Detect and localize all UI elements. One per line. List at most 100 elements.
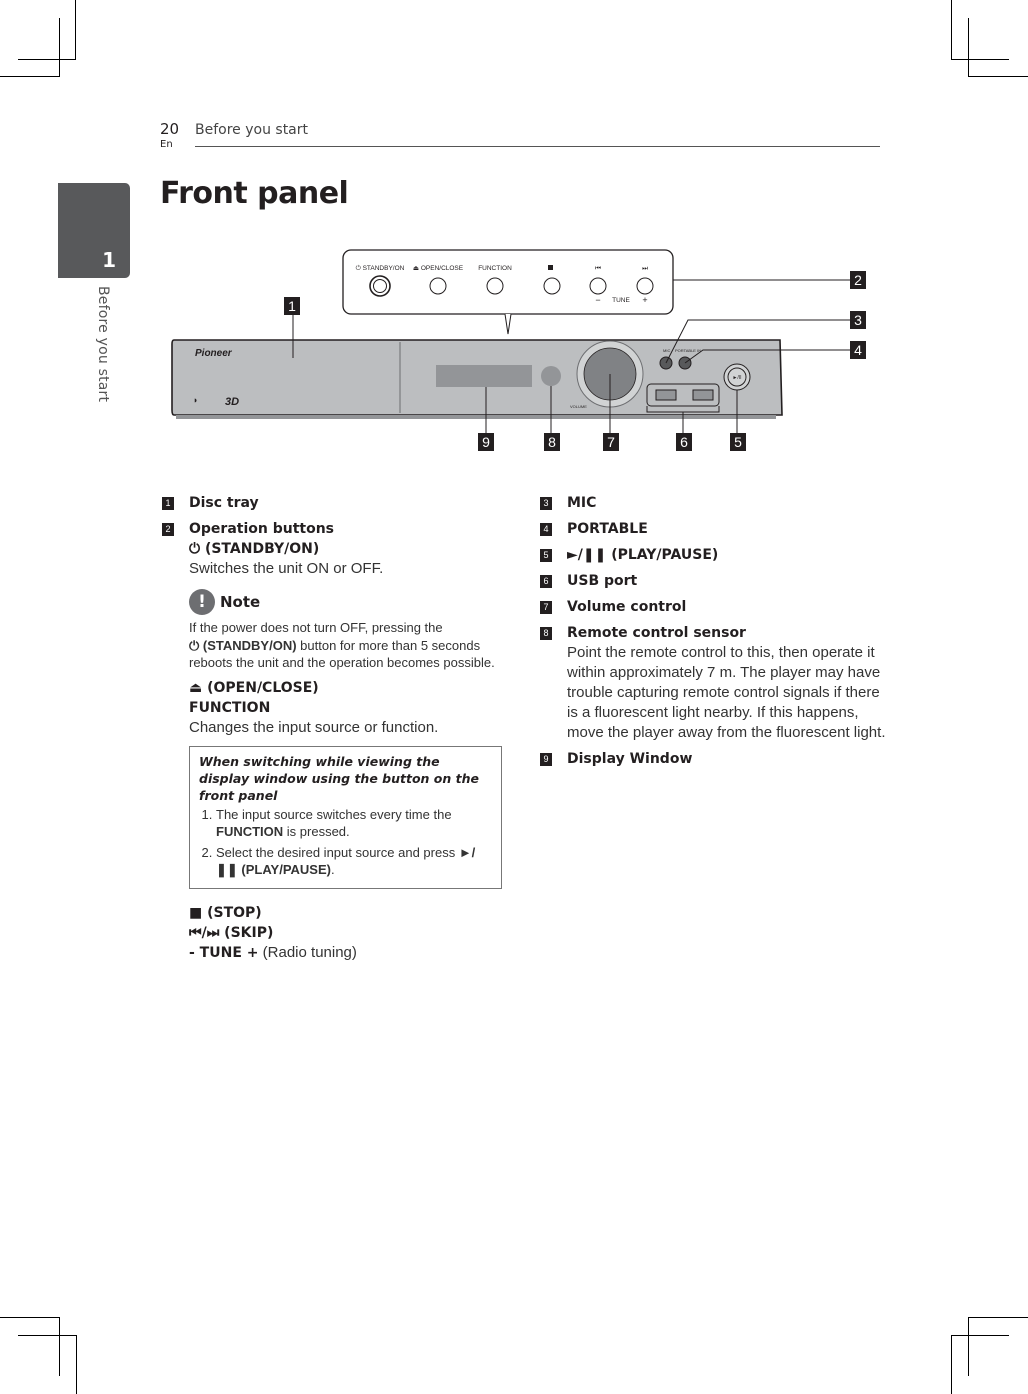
crop-mark bbox=[968, 1317, 969, 1376]
remote-sensor bbox=[541, 366, 561, 386]
crop-mark bbox=[76, 1335, 77, 1394]
item-title: ►/❚❚ (PLAY/PAUSE) bbox=[567, 547, 719, 563]
tune-line: - TUNE + (Radio tuning) bbox=[189, 943, 357, 961]
svg-text:2: 2 bbox=[854, 272, 862, 288]
function-button[interactable] bbox=[486, 277, 504, 295]
list-item: 5 ►/❚❚ (PLAY/PAUSE) bbox=[538, 545, 888, 565]
right-column: 3 MIC 4 PORTABLE 5 ►/❚❚ (PLAY/PAUSE) 6 U… bbox=[538, 493, 888, 775]
tip-step: The input source switches every time the… bbox=[216, 806, 493, 840]
crop-mark bbox=[59, 18, 60, 77]
standby-button-inner bbox=[373, 279, 387, 293]
blu-ray-3d-logo: 3D bbox=[225, 396, 239, 408]
crop-mark bbox=[951, 1335, 1009, 1336]
item-title: Remote control sensor bbox=[567, 625, 746, 641]
item-title: PORTABLE bbox=[567, 521, 648, 537]
chapter-side-label: Before you start bbox=[95, 286, 111, 403]
running-header: Before you start bbox=[195, 122, 309, 138]
stop-icon bbox=[548, 265, 553, 270]
function-title: FUNCTION bbox=[189, 699, 271, 716]
skip-back-button[interactable] bbox=[589, 277, 607, 295]
list-item: 7 Volume control bbox=[538, 597, 888, 617]
function-tip-box: When switching while viewing the display… bbox=[189, 745, 502, 889]
note-text: If the power does not turn OFF, pressing… bbox=[189, 620, 495, 670]
tip-steps: The input source switches every time the… bbox=[199, 806, 493, 878]
open-close-title: ⏏ (OPEN/CLOSE) bbox=[189, 679, 319, 696]
usb-port-1[interactable] bbox=[655, 389, 677, 401]
chapter-tab: 1 bbox=[58, 183, 130, 278]
list-item: 4 PORTABLE bbox=[538, 519, 888, 539]
svg-text:4: 4 bbox=[854, 342, 862, 358]
open-close-button-label: ⏏ OPEN/CLOSE bbox=[413, 265, 464, 272]
crop-mark bbox=[59, 1317, 60, 1376]
stop-button[interactable] bbox=[543, 277, 561, 295]
list-item: 6 USB port bbox=[538, 571, 888, 591]
skip-back-icon: ⏮ bbox=[595, 265, 601, 272]
item-title: USB port bbox=[567, 573, 638, 589]
page-title: Front panel bbox=[160, 176, 349, 211]
svg-text:1: 1 bbox=[288, 298, 296, 314]
note-label: Note bbox=[220, 593, 261, 611]
crop-mark bbox=[951, 0, 952, 60]
list-item: 2 Operation buttons ⏻ (STANDBY/ON) Switc… bbox=[160, 519, 505, 963]
crop-mark bbox=[18, 1335, 76, 1336]
note-heading: ! Note bbox=[189, 589, 505, 615]
open-close-button[interactable] bbox=[429, 277, 447, 295]
header-rule bbox=[195, 146, 880, 147]
function-description: Changes the input source or function. bbox=[189, 718, 439, 736]
crop-mark bbox=[968, 18, 969, 77]
skip-forward-button[interactable] bbox=[636, 277, 654, 295]
volume-label: VOLUME bbox=[570, 404, 587, 409]
tune-minus-label: − bbox=[595, 295, 600, 305]
item-number-badge: 4 bbox=[540, 523, 552, 536]
blu-ray-disc-logo: ◗ bbox=[193, 395, 198, 405]
tune-label: TUNE bbox=[612, 297, 630, 304]
crop-mark bbox=[0, 1317, 60, 1318]
play-pause-label: ►/II bbox=[732, 375, 741, 381]
svg-text:9: 9 bbox=[482, 434, 490, 450]
item-number-badge: 5 bbox=[540, 549, 552, 562]
front-panel-illustration: ⏻ STANDBY/ON ⏏ OPEN/CLOSE FUNCTION ⏮ ⏭ −… bbox=[171, 249, 866, 451]
stop-title: ■ (STOP) bbox=[189, 904, 262, 921]
standby-title: ⏻ (STANDBY/ON) bbox=[189, 541, 320, 557]
portable-jack-label: PORTABLE IN bbox=[675, 348, 701, 353]
list-item: 3 MIC bbox=[538, 493, 888, 513]
standby-description: Switches the unit ON or OFF. bbox=[189, 560, 384, 577]
svg-text:8: 8 bbox=[548, 434, 556, 450]
list-item: 9 Display Window bbox=[538, 749, 888, 769]
crop-mark bbox=[968, 1317, 1028, 1318]
item-title: Volume control bbox=[567, 599, 687, 615]
tip-box-title: When switching while viewing the display… bbox=[199, 753, 479, 803]
svg-text:6: 6 bbox=[680, 434, 688, 450]
item-number-badge: 9 bbox=[540, 753, 552, 766]
item-number-badge: 2 bbox=[162, 523, 174, 536]
svg-text:5: 5 bbox=[734, 434, 742, 450]
list-item: 8 Remote control sensor Point the remote… bbox=[538, 623, 888, 743]
standby-button-label: ⏻ STANDBY/ON bbox=[356, 265, 405, 272]
item-title: Display Window bbox=[567, 751, 693, 767]
note-icon: ! bbox=[189, 589, 215, 615]
page-language: En bbox=[160, 139, 173, 150]
crop-mark bbox=[951, 59, 1009, 60]
crop-mark bbox=[951, 1335, 952, 1394]
crop-mark bbox=[18, 59, 76, 60]
tune-plus-label: + bbox=[642, 295, 647, 305]
usb-port-2[interactable] bbox=[692, 389, 714, 401]
item-number-badge: 3 bbox=[540, 497, 552, 510]
display-window bbox=[436, 365, 532, 387]
front-panel-figure: ⏻ STANDBY/ON ⏏ OPEN/CLOSE FUNCTION ⏮ ⏭ −… bbox=[160, 240, 880, 470]
item-title: Operation buttons bbox=[189, 521, 335, 537]
item-description: Point the remote control to this, then o… bbox=[567, 644, 886, 741]
item-number-badge: 7 bbox=[540, 601, 552, 614]
player-base bbox=[176, 415, 776, 419]
chapter-number: 1 bbox=[102, 248, 116, 272]
crop-mark bbox=[968, 76, 1028, 77]
function-button-label: FUNCTION bbox=[478, 265, 512, 272]
crop-mark bbox=[0, 76, 60, 77]
skip-forward-icon: ⏭ bbox=[642, 265, 648, 272]
tip-step: Select the desired input source and pres… bbox=[216, 844, 493, 878]
skip-title: ⏮/⏭ (SKIP) bbox=[189, 924, 274, 941]
svg-text:3: 3 bbox=[854, 312, 862, 328]
inset-pointer bbox=[504, 313, 512, 335]
item-number-badge: 8 bbox=[540, 627, 552, 640]
item-title: Disc tray bbox=[189, 495, 259, 511]
